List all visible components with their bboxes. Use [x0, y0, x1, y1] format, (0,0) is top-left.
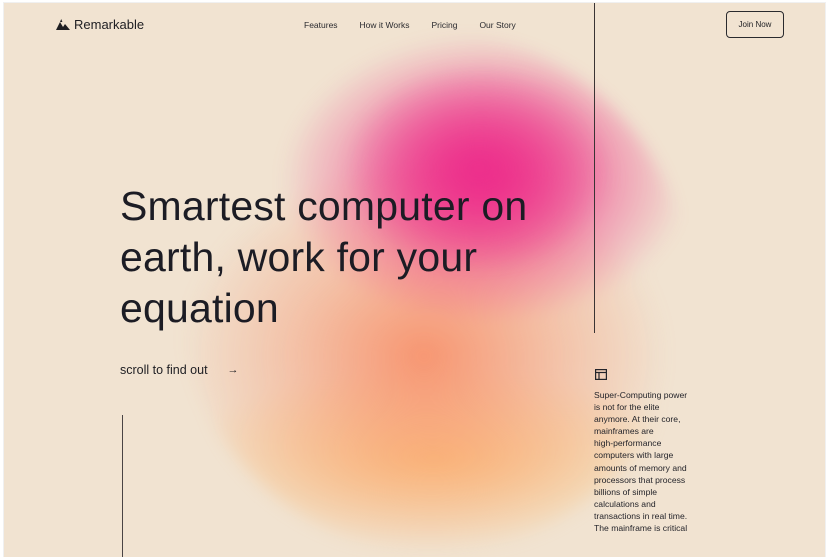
nav-link-pricing[interactable]: Pricing: [431, 20, 457, 30]
side-description: Super-Computing power is not for the eli…: [594, 389, 716, 534]
side-text-line: computers with large: [594, 450, 674, 461]
scroll-label: scroll to find out: [120, 363, 208, 377]
mountain-logo-icon: [56, 19, 70, 30]
logo-text: Remarkable: [74, 17, 145, 32]
nav-link-our-story[interactable]: Our Story: [479, 20, 515, 30]
side-text-line: calculations and: [594, 498, 656, 509]
side-text-line: high-performance: [594, 438, 662, 449]
side-text-line: is not for the elite: [594, 402, 660, 413]
top-nav: Features How it Works Pricing Our Story: [304, 20, 516, 30]
side-text-line: billions of simple: [594, 486, 658, 497]
arrow-right-icon: →: [227, 364, 239, 376]
side-text-line: The mainframe is critical: [594, 523, 688, 534]
headline-line: earth, work for your: [120, 234, 478, 280]
divider-line-left: [122, 415, 123, 557]
headline-line: equation: [120, 285, 279, 331]
logo[interactable]: Remarkable: [56, 17, 144, 32]
side-text-line: mainframes are: [594, 426, 654, 437]
side-text-line: transactions in real time.: [594, 510, 688, 521]
side-text-line: Super-Computing power: [594, 390, 688, 400]
nav-link-how-it-works[interactable]: How it Works: [360, 20, 410, 30]
side-text-line: amounts of memory and: [594, 462, 687, 473]
scroll-link[interactable]: scroll to find out →: [120, 363, 239, 377]
hero-headline: Smartest computer on earth, work for you…: [120, 181, 560, 334]
side-text-line: anymore. At their core,: [594, 414, 681, 425]
headline-line: Smartest computer on: [120, 183, 528, 229]
join-now-button[interactable]: Join Now: [726, 11, 784, 38]
side-text-line: processors that process: [594, 474, 686, 485]
window-icon: [595, 369, 607, 380]
landing-page: Remarkable Features How it Works Pricing…: [4, 3, 825, 557]
nav-link-features[interactable]: Features: [304, 20, 338, 30]
divider-line-right: [594, 3, 595, 333]
